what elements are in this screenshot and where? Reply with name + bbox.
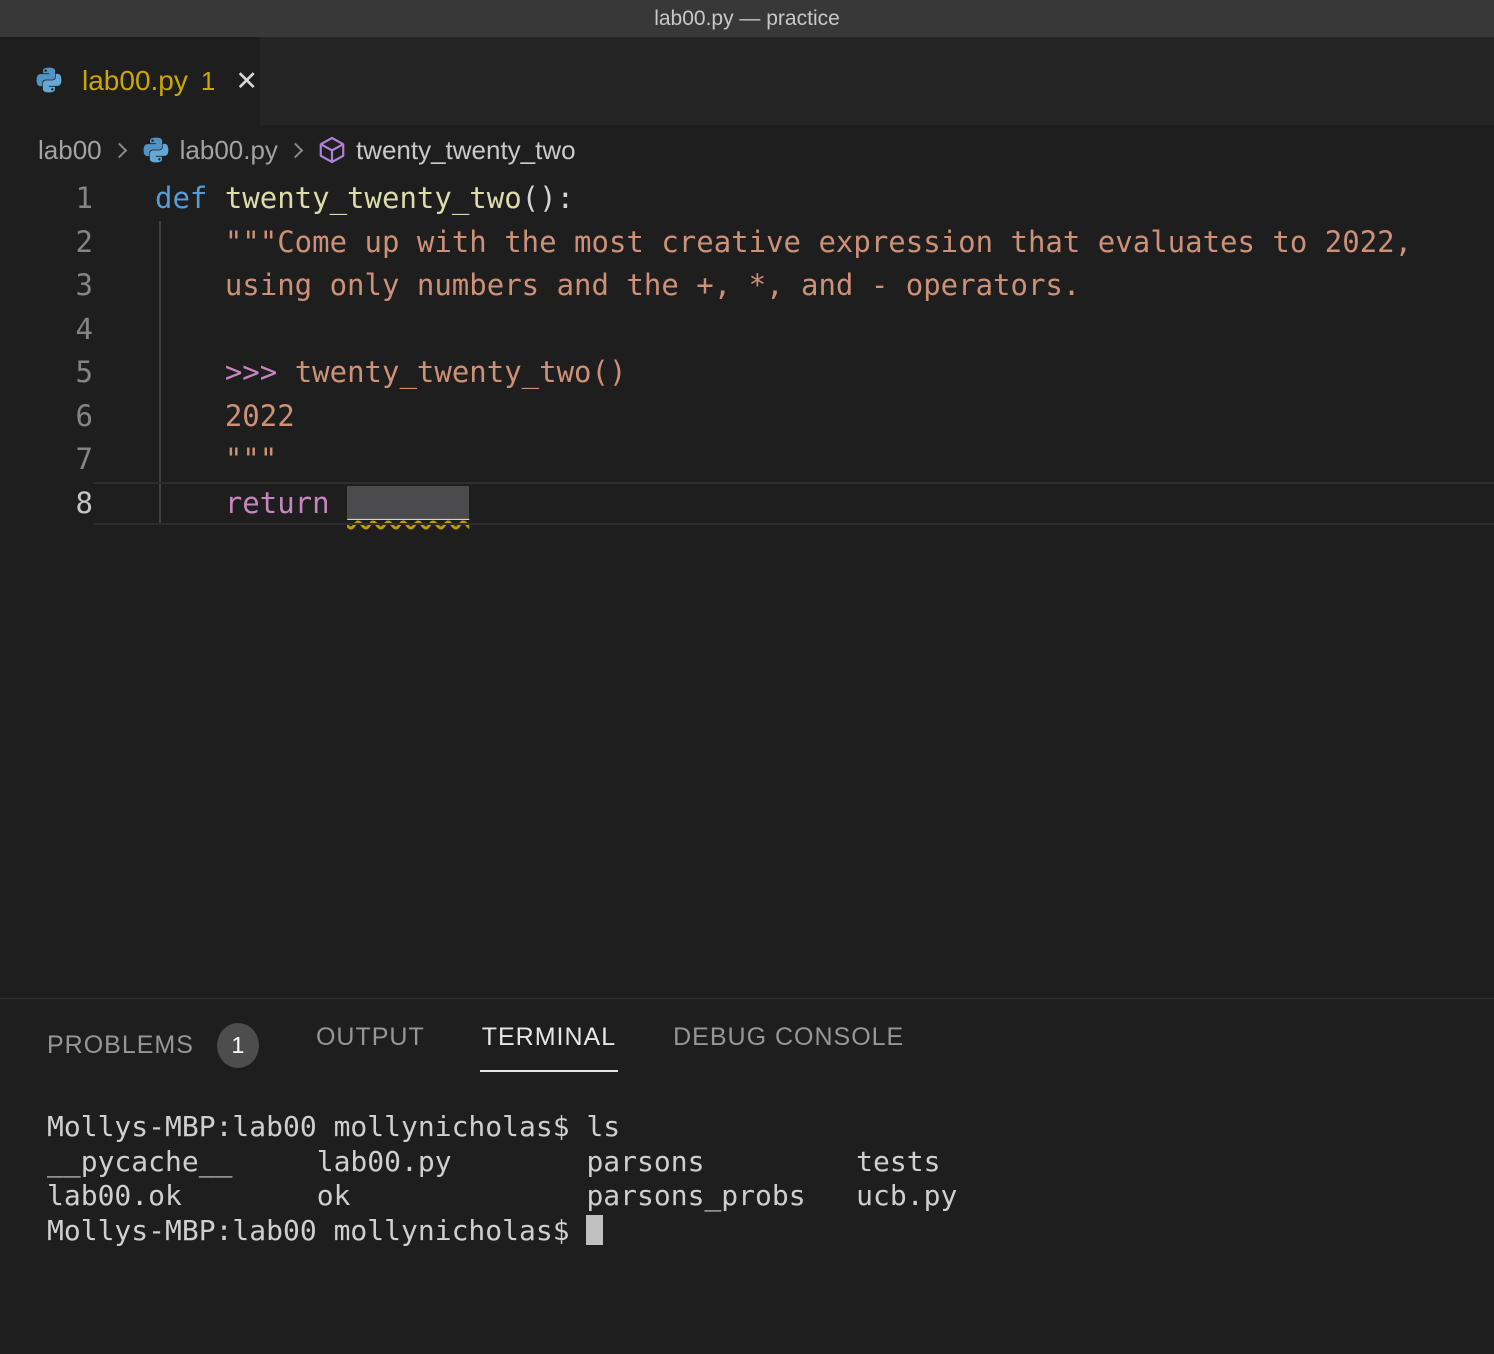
code-token: return <box>225 486 347 520</box>
code-line[interactable]: 4 <box>0 308 1494 352</box>
panel-tab-problems[interactable]: PROBLEMS 1 <box>47 1023 259 1088</box>
terminal-line: lab00.ok ok parsons_probs ucb.py <box>47 1179 1494 1214</box>
panel-tab-label: PROBLEMS <box>47 1031 194 1060</box>
code-text: using only numbers and the +, *, and - o… <box>93 264 1494 308</box>
line-number[interactable]: 5 <box>0 351 93 395</box>
breadcrumb-label: twenty_twenty_two <box>356 135 576 166</box>
problems-count-badge: 1 <box>217 1023 259 1068</box>
breadcrumb-item-lab00[interactable]: lab00 <box>38 135 102 166</box>
panel-tab-output[interactable]: OUTPUT <box>316 1023 425 1072</box>
code-text: def twenty_twenty_two(): <box>93 177 1494 221</box>
code-line[interactable]: 7 """ <box>0 438 1494 482</box>
line-number[interactable]: 1 <box>0 177 93 221</box>
tab-filename: lab00.py <box>82 65 188 97</box>
python-icon <box>34 65 66 97</box>
close-icon[interactable]: ✕ <box>235 68 258 95</box>
terminal-line: Mollys-MBP:lab00 mollynicholas$ ls <box>47 1110 1494 1145</box>
code-token <box>155 486 225 520</box>
code-line[interactable]: 6 2022 <box>0 395 1494 439</box>
code-text: 2022 <box>93 395 1494 439</box>
code-token: """ <box>155 442 277 476</box>
code-line[interactable]: 2 """Come up with the most creative expr… <box>0 221 1494 265</box>
panel-tab-terminal[interactable]: TERMINAL <box>482 1023 616 1072</box>
terminal-output[interactable]: Mollys-MBP:lab00 mollynicholas$ ls__pyca… <box>47 1110 1494 1248</box>
breadcrumb: lab00 lab00.py twenty_twenty_two <box>0 125 1494 175</box>
code-token: (): <box>522 181 574 215</box>
code-line[interactable]: 8 return _______ <box>0 482 1494 526</box>
snippet-placeholder: _______ <box>347 486 469 520</box>
code-token: >>> <box>225 355 295 389</box>
panel-tab-bar: PROBLEMS 1 OUTPUT TERMINAL DEBUG CONSOLE <box>0 999 1494 1088</box>
code-token <box>155 355 225 389</box>
window-title-bar: lab00.py — practice <box>0 0 1494 37</box>
code-token: def <box>155 181 225 215</box>
code-line[interactable]: 1def twenty_twenty_two(): <box>0 177 1494 221</box>
breadcrumb-label: lab00.py <box>180 135 278 166</box>
line-number[interactable]: 8 <box>0 482 93 526</box>
python-icon <box>141 135 171 165</box>
code-text: >>> twenty_twenty_two() <box>93 351 1494 395</box>
panel-tab-label: DEBUG CONSOLE <box>673 1023 904 1052</box>
panel-tab-label: OUTPUT <box>316 1023 425 1052</box>
line-number[interactable]: 3 <box>0 264 93 308</box>
breadcrumb-label: lab00 <box>38 135 102 166</box>
code-text: """ <box>93 438 1494 482</box>
breadcrumb-item-twenty_twenty_two[interactable]: twenty_twenty_two <box>317 135 576 166</box>
chevron-right-icon <box>111 142 127 158</box>
code-line[interactable]: 3 using only numbers and the +, *, and -… <box>0 264 1494 308</box>
symbol-cube-icon <box>317 135 347 165</box>
code-text: return _______ <box>93 482 1494 526</box>
line-number[interactable]: 7 <box>0 438 93 482</box>
code-token: twenty_twenty_two <box>225 181 522 215</box>
terminal-line: Mollys-MBP:lab00 mollynicholas$ <box>47 1214 1494 1249</box>
code-token: 2022 <box>155 399 295 433</box>
code-token: twenty_twenty_two() <box>295 355 627 389</box>
bottom-panel: PROBLEMS 1 OUTPUT TERMINAL DEBUG CONSOLE Mol… <box>0 998 1494 1354</box>
tab-lab00py[interactable]: lab00.py 1 ✕ <box>0 37 260 125</box>
line-number[interactable]: 4 <box>0 308 93 352</box>
panel-tab-debug-console[interactable]: DEBUG CONSOLE <box>673 1023 904 1072</box>
editor-tab-bar: lab00.py 1 ✕ <box>0 37 1494 125</box>
breadcrumb-item-lab00.py[interactable]: lab00.py <box>141 135 278 166</box>
code-text: """Come up with the most creative expres… <box>93 221 1494 265</box>
code-line[interactable]: 5 >>> twenty_twenty_two() <box>0 351 1494 395</box>
line-number[interactable]: 6 <box>0 395 93 439</box>
chevron-right-icon <box>288 142 304 158</box>
terminal-line: __pycache__ lab00.py parsons tests <box>47 1145 1494 1180</box>
indent-guide <box>159 221 161 525</box>
python-icon <box>34 65 64 95</box>
terminal-cursor <box>586 1215 603 1245</box>
code-editor[interactable]: 1def twenty_twenty_two():2 """Come up wi… <box>0 175 1494 998</box>
line-number[interactable]: 2 <box>0 221 93 265</box>
panel-tab-label: TERMINAL <box>482 1023 616 1052</box>
code-token: """Come up with the most creative expres… <box>155 225 1412 259</box>
code-token: using only numbers and the +, *, and - o… <box>155 268 1080 302</box>
window-title: lab00.py — practice <box>654 7 840 31</box>
tab-problem-count: 1 <box>201 66 215 97</box>
code-text <box>93 308 1494 352</box>
